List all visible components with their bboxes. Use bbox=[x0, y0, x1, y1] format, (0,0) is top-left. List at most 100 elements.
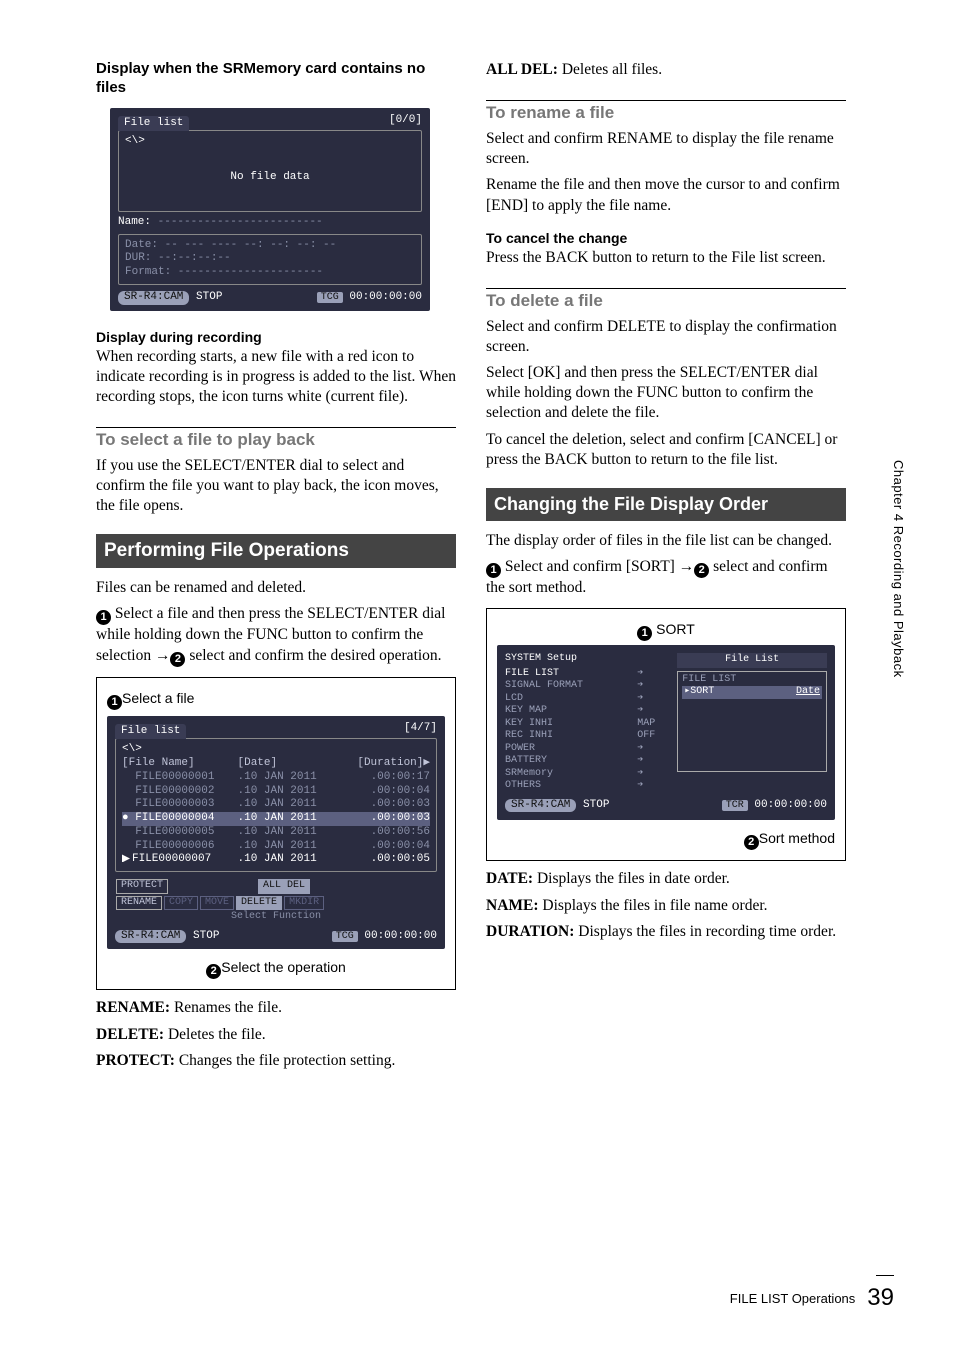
fl-cam: SR-R4:CAM bbox=[115, 930, 186, 944]
heading-during-rec: Display during recording bbox=[96, 329, 456, 345]
step2-text: select and confirm the desired operation… bbox=[185, 647, 441, 664]
p-rename2: Rename the file and then move the cursor… bbox=[486, 175, 846, 215]
syssetup-title: SYSTEM Setup bbox=[505, 653, 667, 666]
btn-move: MOVE bbox=[200, 896, 234, 911]
def-rename-t: RENAME: bbox=[96, 999, 170, 1016]
illustration-select-file: 1Select a file File list [4/7] <\> [File… bbox=[96, 677, 456, 991]
menu-item: SRMemory➔ bbox=[505, 768, 667, 781]
menu-item: BATTERY➔ bbox=[505, 755, 667, 768]
menu-item: SIGNAL FORMAT➔ bbox=[505, 680, 667, 693]
sort-label: SORT bbox=[656, 621, 695, 637]
p-del2: Select [OK] and then press the SELECT/EN… bbox=[486, 363, 846, 423]
button-row-1: PROTECT ALL DEL bbox=[115, 878, 437, 895]
page-footer: FILE LIST Operations 39 bbox=[730, 1284, 894, 1312]
screen-counter: [0/0] bbox=[389, 114, 422, 132]
table-row: ● FILE00000004.10 JAN 2011.00:00:03 bbox=[122, 812, 430, 826]
btn-mkdir: MKDIR bbox=[284, 896, 324, 911]
col-dur: [Duration]▶ bbox=[334, 757, 430, 771]
btn-protect: PROTECT bbox=[116, 879, 168, 894]
p-cancel: Press the BACK button to return to the F… bbox=[486, 248, 846, 268]
page-number: 39 bbox=[867, 1284, 894, 1312]
sort-step2-icon: 2 bbox=[694, 563, 709, 578]
p-sort-steps: 1 Select and confirm [SORT] →2 select an… bbox=[486, 557, 846, 598]
p-steps: 1 Select a file and then press the SELEC… bbox=[96, 604, 456, 666]
step-1-icon: 1 bbox=[96, 610, 111, 625]
sort-label-icon: 1 bbox=[637, 626, 652, 641]
side-tab: Chapter 4 Recording and Playback bbox=[890, 460, 906, 800]
fl-tcg-label: TCG bbox=[332, 931, 358, 942]
def-protect: PROTECT: Changes the file protection set… bbox=[96, 1051, 456, 1071]
screen-title: File list bbox=[118, 116, 189, 132]
table-row: FILE00000006.10 JAN 2011.00:00:04 bbox=[122, 840, 430, 854]
table-row: FILE00000003.10 JAN 2011.00:00:03 bbox=[122, 798, 430, 812]
def-name-d: Displays the files in file name order. bbox=[539, 897, 768, 914]
table-row: FILE00000001.10 JAN 2011.00:00:17 bbox=[122, 771, 430, 785]
stop-label: STOP bbox=[196, 291, 222, 303]
select-function-label: Select Function bbox=[115, 911, 437, 924]
label1-icon: 1 bbox=[107, 695, 122, 710]
menu-item: FILE LIST➔ bbox=[505, 668, 667, 681]
h-cancel: To cancel the change bbox=[486, 230, 846, 246]
p-rename1: Select and confirm RENAME to display the… bbox=[486, 129, 846, 169]
screen-file-list: File list [4/7] <\> [File Name] [Date] [… bbox=[107, 716, 445, 950]
def-rename: RENAME: Renames the file. bbox=[96, 998, 456, 1018]
sec-select-file: To select a file to play back bbox=[96, 427, 456, 450]
menu-item: REC INHIOFF bbox=[505, 730, 667, 743]
p-during-rec: When recording starts, a new file with a… bbox=[96, 347, 456, 407]
p-del1: Select and confirm DELETE to display the… bbox=[486, 317, 846, 357]
btn-copy: COPY bbox=[164, 896, 198, 911]
menu-item: KEY MAP➔ bbox=[505, 705, 667, 718]
tcg-label: TCG bbox=[317, 292, 343, 303]
def-duration: DURATION: Displays the files in recordin… bbox=[486, 922, 846, 942]
def-date-t: DATE: bbox=[486, 870, 533, 887]
fmt-line: Format: ---------------------- bbox=[125, 266, 415, 280]
block-file-ops: Performing File Operations bbox=[96, 534, 456, 568]
sort-method-icon: 2 bbox=[744, 835, 759, 850]
fl-stop: STOP bbox=[193, 930, 219, 942]
p-order: The display order of files in the file l… bbox=[486, 531, 846, 551]
btn-all-del: ALL DEL bbox=[258, 879, 310, 894]
label2-icon: 2 bbox=[206, 964, 221, 979]
cam-pill: SR-R4:CAM bbox=[118, 291, 189, 305]
col-name: [File Name] bbox=[122, 757, 238, 771]
heading-no-files: Display when the SRMemory card contains … bbox=[96, 60, 456, 98]
p-select-file: If you use the SELECT/ENTER dial to sele… bbox=[96, 456, 456, 516]
left-column: Display when the SRMemory card contains … bbox=[96, 60, 456, 1077]
p-rename-delete: Files can be renamed and deleted. bbox=[96, 578, 456, 598]
def-name-t: NAME: bbox=[486, 897, 539, 914]
sort-step1-text: Select and confirm [SORT] → bbox=[501, 558, 694, 575]
col-date: [Date] bbox=[238, 757, 334, 771]
name-label: Name: bbox=[118, 216, 151, 228]
button-row-2: RENAMECOPYMOVEDELETEMKDIR bbox=[115, 895, 437, 912]
sec-rename: To rename a file bbox=[486, 100, 846, 123]
sort-step1-icon: 1 bbox=[486, 563, 501, 578]
label1-text: Select a file bbox=[122, 690, 194, 706]
right-column: ALL DEL: Deletes all files. To rename a … bbox=[486, 60, 846, 1077]
def-alldel-t: ALL DEL: bbox=[486, 61, 558, 78]
table-row: FILE00000005.10 JAN 2011.00:00:56 bbox=[122, 826, 430, 840]
btn-delete: DELETE bbox=[236, 896, 282, 911]
menu-item: LCD➔ bbox=[505, 693, 667, 706]
def-delete-t: DELETE: bbox=[96, 1026, 164, 1043]
ss-tcr-label: TCR bbox=[722, 800, 748, 811]
filelist-sub: FILE LIST bbox=[682, 674, 822, 687]
ss-cam: SR-R4:CAM bbox=[505, 799, 576, 813]
sort-item: SORT bbox=[690, 686, 714, 697]
menu-item: OTHERS➔ bbox=[505, 780, 667, 793]
ss-stop: STOP bbox=[583, 799, 609, 811]
screen-system-setup: SYSTEM Setup FILE LIST➔SIGNAL FORMAT➔LCD… bbox=[497, 645, 835, 820]
p-del3: To cancel the deletion, select and confi… bbox=[486, 430, 846, 470]
filelist-title: File List bbox=[677, 653, 827, 668]
path: <\> bbox=[125, 135, 415, 149]
play-icon bbox=[122, 854, 130, 862]
def-delete-d: Deletes the file. bbox=[164, 1026, 266, 1043]
step-2-icon: 2 bbox=[170, 652, 185, 667]
fl-path: <\> bbox=[122, 743, 430, 757]
ss-tcr-val: 00:00:00:00 bbox=[754, 799, 827, 811]
illustration-sort: 1 SORT SYSTEM Setup FILE LIST➔SIGNAL FOR… bbox=[486, 608, 846, 861]
def-alldel-d: Deletes all files. bbox=[558, 61, 662, 78]
def-protect-t: PROTECT: bbox=[96, 1052, 175, 1069]
def-date: DATE: Displays the files in date order. bbox=[486, 869, 846, 889]
date-line: Date: -- --- ---- --: --: --: -- bbox=[125, 239, 415, 253]
footer-divider bbox=[876, 1275, 894, 1276]
